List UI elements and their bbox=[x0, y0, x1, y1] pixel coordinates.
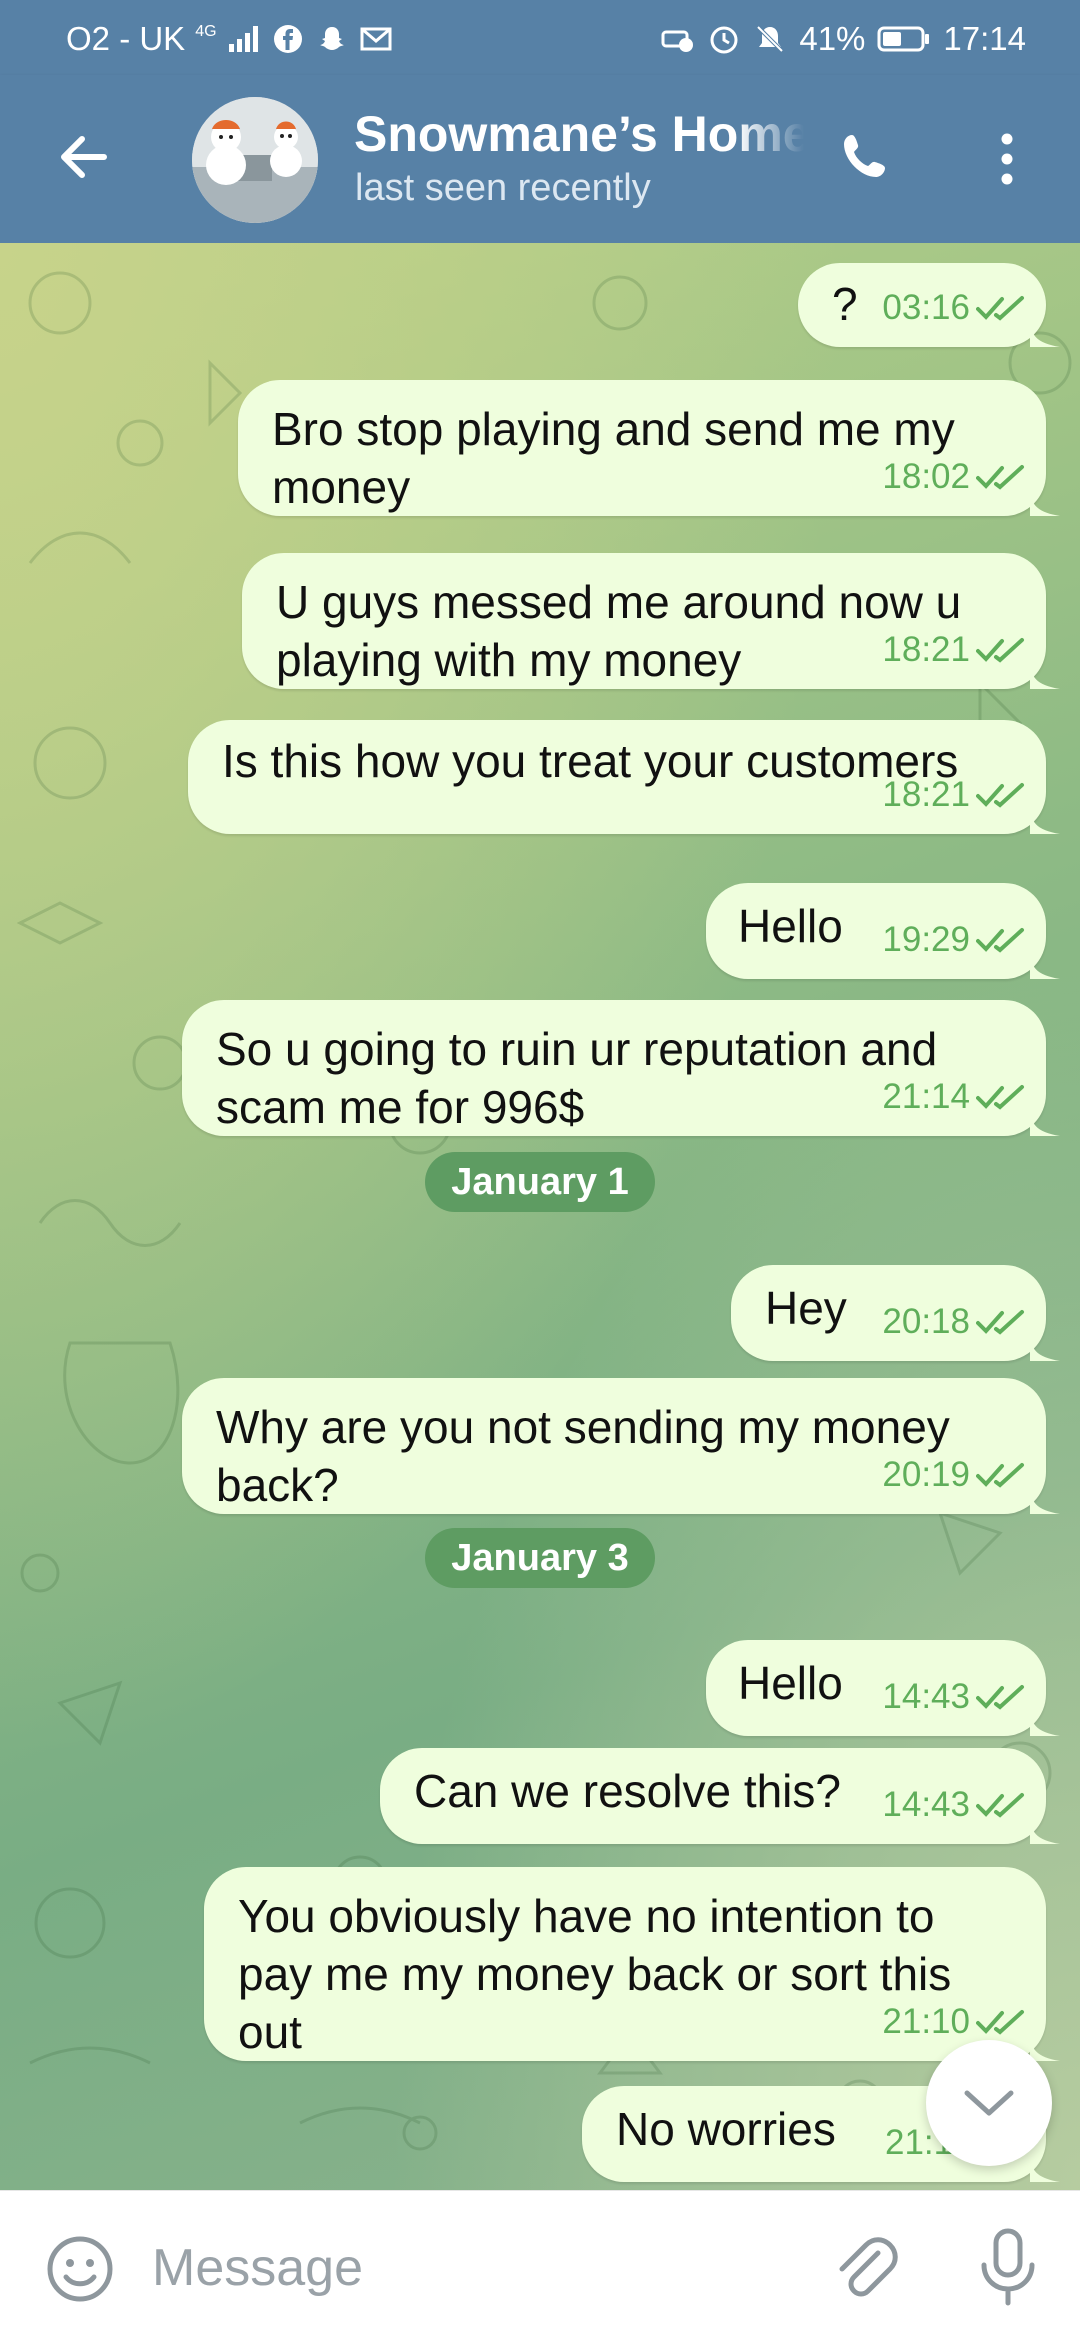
double-check-icon bbox=[976, 638, 1024, 663]
message-meta: 20:18 bbox=[882, 1293, 1026, 1351]
message-time: 03:16 bbox=[882, 288, 970, 327]
message-time: 14:43 bbox=[882, 1785, 970, 1824]
status-bar: O2 - UK 4G 41% 17:14 bbox=[0, 0, 1080, 75]
chat-header: Snowmane’s Home last seen recently bbox=[0, 75, 1080, 243]
message-text: ? bbox=[832, 278, 858, 330]
message-text: Hey bbox=[765, 1282, 847, 1334]
voice-record-button[interactable] bbox=[972, 2227, 1044, 2307]
message-bubble[interactable]: Hey 20:18 bbox=[731, 1265, 1060, 1361]
message-meta: 18:21 bbox=[882, 766, 1026, 824]
battery-icon bbox=[877, 22, 931, 56]
more-options-button[interactable] bbox=[990, 127, 1024, 191]
message-text: Bro stop playing and send me my money bbox=[272, 403, 955, 513]
message-bubble[interactable]: Why are you not sending my money back? 2… bbox=[182, 1378, 1060, 1514]
call-button[interactable] bbox=[834, 127, 898, 191]
message-time: 18:21 bbox=[882, 775, 970, 814]
phone-icon bbox=[844, 135, 885, 177]
double-check-icon bbox=[976, 928, 1024, 953]
double-check-icon bbox=[976, 1310, 1024, 1335]
message-time: 18:21 bbox=[882, 630, 970, 669]
message-bubble[interactable]: Can we resolve this? 14:43 bbox=[380, 1748, 1060, 1844]
snapchat-icon bbox=[315, 22, 349, 56]
message-composer bbox=[0, 2190, 1080, 2341]
message-time: 14:43 bbox=[882, 1677, 970, 1716]
facebook-icon bbox=[271, 22, 305, 56]
message-input[interactable] bbox=[150, 2231, 774, 2305]
message-meta: 14:43 bbox=[882, 1668, 1026, 1726]
signal-icon bbox=[227, 22, 261, 56]
message-text: Hello bbox=[738, 1657, 843, 1709]
gmail-icon bbox=[359, 22, 393, 56]
network-type-label: 4G bbox=[195, 23, 217, 40]
avatar[interactable] bbox=[192, 97, 318, 223]
message-text: No worries bbox=[616, 2103, 836, 2155]
chat-last-seen: last seen recently bbox=[355, 167, 651, 209]
back-arrow-icon bbox=[61, 136, 107, 178]
message-bubble[interactable]: Hello 14:43 bbox=[706, 1640, 1060, 1736]
scroll-to-bottom-button[interactable] bbox=[926, 2040, 1052, 2166]
mute-bell-icon bbox=[753, 22, 787, 56]
message-bubble[interactable]: Is this how you treat your customers 18:… bbox=[188, 720, 1060, 834]
clock: 17:14 bbox=[943, 20, 1026, 57]
microphone-icon bbox=[981, 2228, 1035, 2306]
date-separator: January 3 bbox=[425, 1528, 655, 1588]
attach-button[interactable] bbox=[830, 2231, 902, 2303]
message-text: You obviously have no intention to pay m… bbox=[238, 1890, 952, 2058]
double-check-icon bbox=[976, 1463, 1024, 1488]
message-list[interactable]: ? 03:16 Bro stop playing and send me my … bbox=[0, 243, 1080, 2190]
message-time: 21:10 bbox=[882, 2002, 970, 2041]
battery-percent: 41% bbox=[799, 20, 866, 57]
message-time: 20:19 bbox=[882, 1455, 970, 1494]
back-button[interactable] bbox=[52, 125, 116, 189]
carrier-label: O2 - UK bbox=[66, 20, 186, 57]
message-meta: 18:21 bbox=[882, 621, 1026, 679]
message-bubble[interactable]: ? 03:16 bbox=[798, 263, 1060, 347]
message-bubble[interactable]: Hello 19:29 bbox=[706, 883, 1060, 979]
message-text: Can we resolve this? bbox=[414, 1765, 841, 1817]
double-check-icon bbox=[976, 2010, 1024, 2035]
message-text: U guys messed me around now u playing wi… bbox=[276, 576, 962, 686]
double-check-icon bbox=[976, 1085, 1024, 1110]
emoji-icon bbox=[47, 2236, 113, 2302]
message-time: 20:18 bbox=[882, 1302, 970, 1341]
paperclip-icon bbox=[839, 2237, 898, 2297]
double-check-icon bbox=[976, 1685, 1024, 1710]
message-bubble[interactable]: You obviously have no intention to pay m… bbox=[204, 1867, 1060, 2061]
emoji-button[interactable] bbox=[44, 2233, 116, 2305]
chevron-down-icon bbox=[964, 2090, 1014, 2116]
double-check-icon bbox=[976, 783, 1024, 808]
message-bubble[interactable]: U guys messed me around now u playing wi… bbox=[242, 553, 1060, 689]
message-time: 21:14 bbox=[882, 1077, 970, 1116]
alarm-icon bbox=[707, 22, 741, 56]
message-meta: 20:19 bbox=[882, 1446, 1026, 1504]
message-text: So u going to ruin ur reputation and sca… bbox=[216, 1023, 938, 1133]
message-text: Is this how you treat your customers bbox=[222, 735, 959, 787]
message-bubble[interactable]: Bro stop playing and send me my money 18… bbox=[238, 380, 1060, 516]
message-bubble[interactable]: So u going to ruin ur reputation and sca… bbox=[182, 1000, 1060, 1136]
message-time: 18:02 bbox=[882, 457, 970, 496]
double-check-icon bbox=[976, 1793, 1024, 1818]
double-check-icon bbox=[976, 465, 1024, 490]
more-vertical-icon bbox=[1001, 133, 1013, 185]
message-meta: 21:14 bbox=[882, 1068, 1026, 1126]
message-meta: 03:16 bbox=[882, 279, 1026, 337]
date-separator: January 1 bbox=[425, 1152, 655, 1212]
chat-title[interactable]: Snowmane’s Home bbox=[354, 105, 804, 159]
driving-mode-icon bbox=[661, 22, 695, 56]
message-text: Hello bbox=[738, 900, 843, 952]
message-meta: 19:29 bbox=[882, 911, 1026, 969]
double-check-icon bbox=[976, 296, 1024, 321]
message-time: 19:29 bbox=[882, 920, 970, 959]
message-meta: 18:02 bbox=[882, 448, 1026, 506]
message-meta: 14:43 bbox=[882, 1776, 1026, 1834]
message-text: Why are you not sending my money back? bbox=[216, 1401, 950, 1511]
